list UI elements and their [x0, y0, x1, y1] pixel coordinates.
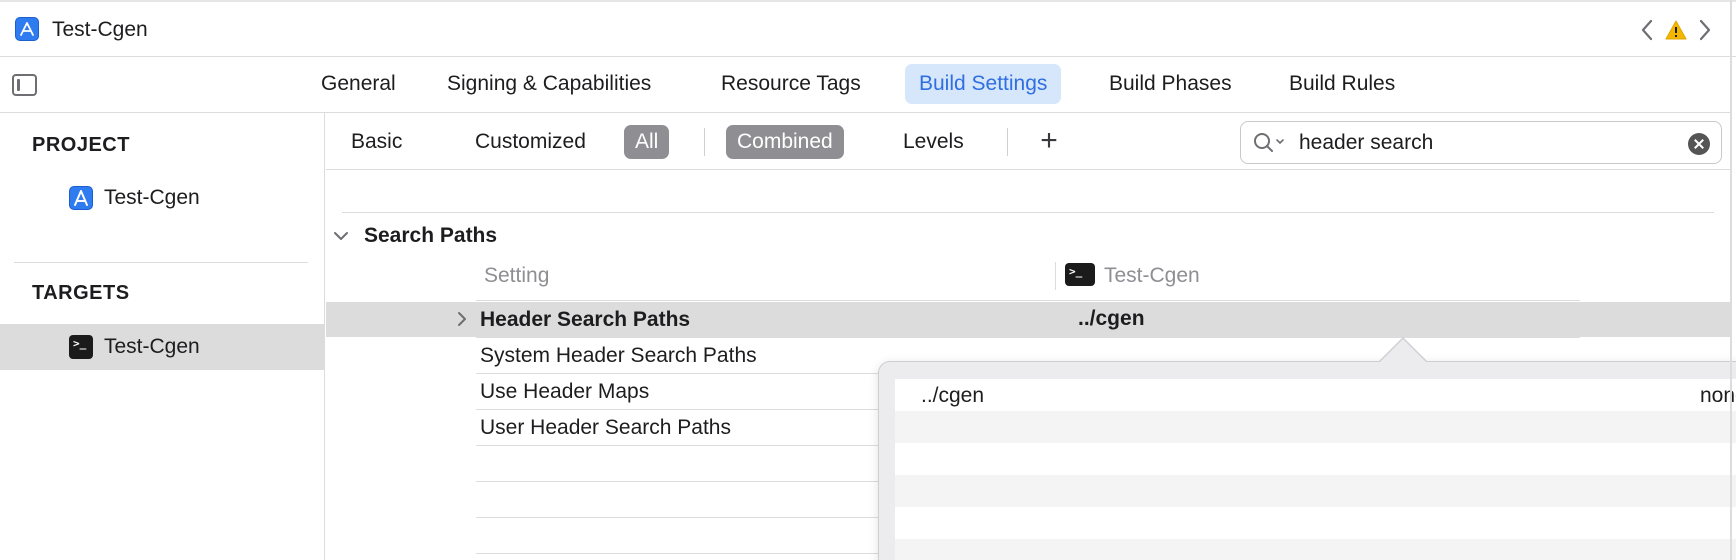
- targets-section-header: TARGETS: [32, 282, 130, 304]
- filter-basic-button[interactable]: Basic: [340, 125, 413, 159]
- setting-user-header-search-paths[interactable]: User Header Search Paths: [480, 416, 731, 440]
- setting-system-header-search-paths[interactable]: System Header Search Paths: [480, 344, 757, 368]
- column-header-target: Test-Cgen: [1104, 264, 1200, 287]
- list-item[interactable]: [895, 475, 1736, 507]
- sidebar-toggle-icon[interactable]: [12, 74, 37, 96]
- setting-header-search-paths[interactable]: Header Search Paths: [480, 308, 690, 332]
- column-divider: [1055, 262, 1056, 290]
- window-title: Test-Cgen: [52, 18, 148, 41]
- search-field[interactable]: [1240, 121, 1722, 164]
- sidebar-item-project[interactable]: Test-Cgen: [0, 175, 324, 221]
- chevron-right-icon[interactable]: [455, 311, 469, 327]
- list-item[interactable]: [895, 443, 1736, 475]
- group-title-search-paths: Search Paths: [364, 224, 498, 247]
- warning-triangle-icon[interactable]: [1665, 19, 1687, 41]
- app-icon: [15, 17, 39, 41]
- tab-resource-tags[interactable]: Resource Tags: [707, 64, 875, 104]
- search-icon[interactable]: [1253, 132, 1289, 154]
- terminal-icon: >_: [69, 335, 93, 359]
- filter-all-button[interactable]: All: [624, 125, 670, 159]
- chevron-left-icon[interactable]: [1638, 18, 1656, 42]
- list-item[interactable]: [895, 507, 1736, 539]
- list-item[interactable]: [895, 539, 1736, 560]
- popover-path-list: ../cgen non-recursive: [895, 379, 1736, 560]
- filter-bar: Basic Customized All Combined Levels +: [326, 113, 1730, 170]
- editor-tab-bar: General Signing & Capabilities Resource …: [0, 57, 1730, 113]
- setting-use-header-maps[interactable]: Use Header Maps: [480, 380, 649, 404]
- divider: [1007, 128, 1008, 156]
- clear-search-icon[interactable]: [1688, 133, 1710, 155]
- tab-build-settings[interactable]: Build Settings: [905, 64, 1062, 104]
- search-input[interactable]: [1299, 128, 1679, 158]
- sidebar-item-target[interactable]: >_ Test-Cgen: [0, 324, 324, 370]
- divider: [476, 300, 1580, 301]
- filter-levels-button[interactable]: Levels: [892, 125, 975, 159]
- tab-build-rules[interactable]: Build Rules: [1275, 64, 1409, 104]
- project-navigator: PROJECT Test-Cgen TARGETS >_ Test-Cgen: [0, 113, 325, 560]
- list-item[interactable]: ../cgen non-recursive: [895, 379, 1736, 411]
- app-icon: [69, 186, 93, 210]
- chevron-down-icon[interactable]: [333, 228, 349, 244]
- filter-customized-button[interactable]: Customized: [464, 125, 597, 159]
- tab-general[interactable]: General: [307, 64, 410, 104]
- tab-signing-capabilities[interactable]: Signing & Capabilities: [433, 64, 665, 104]
- filter-combined-button[interactable]: Combined: [726, 125, 844, 159]
- divider: [704, 128, 705, 156]
- title-bar: Test-Cgen: [0, 0, 1736, 57]
- terminal-icon: >_: [1065, 263, 1095, 286]
- sidebar-item-label: Test-Cgen: [104, 186, 200, 209]
- column-header-setting: Setting: [484, 264, 550, 287]
- sidebar-divider: [14, 262, 308, 263]
- tab-build-phases[interactable]: Build Phases: [1095, 64, 1246, 104]
- setting-value[interactable]: ../cgen: [1078, 307, 1145, 331]
- add-setting-button[interactable]: +: [1034, 126, 1064, 157]
- sidebar-item-label: Test-Cgen: [104, 335, 200, 358]
- list-item[interactable]: [895, 411, 1736, 443]
- divider: [342, 212, 1714, 213]
- window-edge: [1730, 0, 1732, 560]
- project-section-header: PROJECT: [32, 134, 130, 156]
- path-value[interactable]: ../cgen: [921, 384, 984, 408]
- chevron-right-icon[interactable]: [1696, 18, 1714, 42]
- popover-arrow: [1380, 339, 1426, 362]
